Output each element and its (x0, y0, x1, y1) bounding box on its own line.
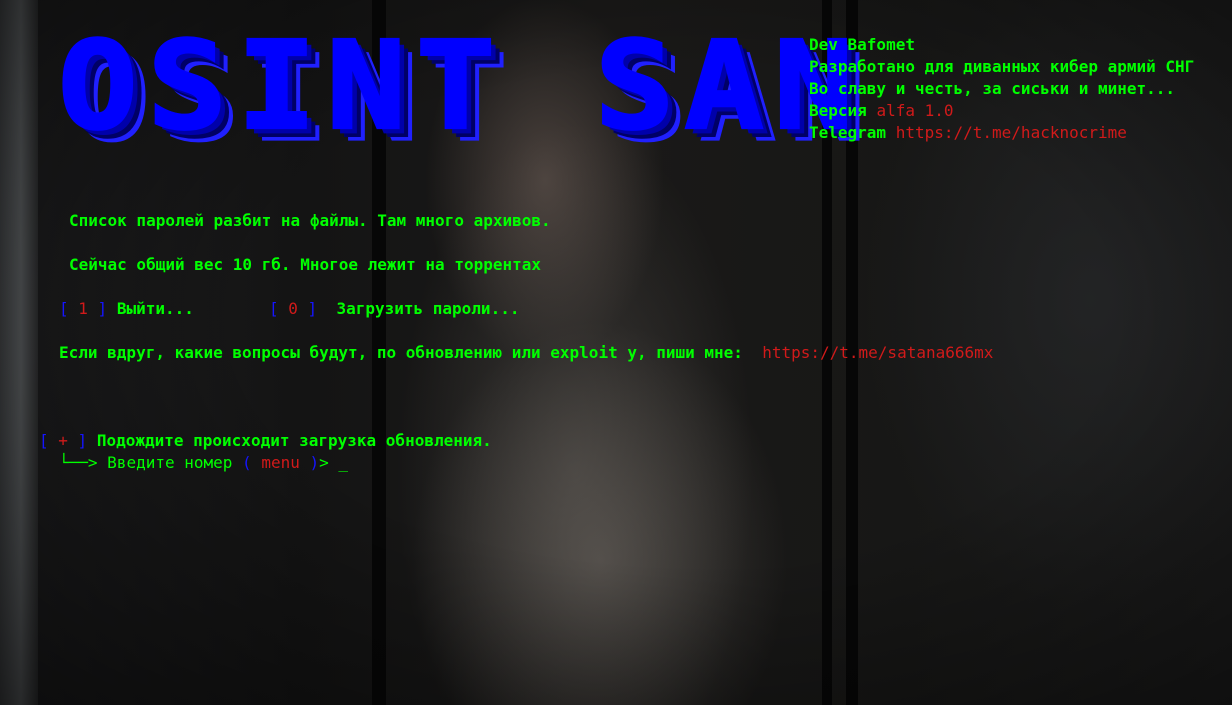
telegram-label: Telegram (809, 123, 887, 142)
paren-open: ( (242, 453, 252, 472)
contact-link[interactable]: https://t.me/satana666mx (762, 343, 993, 362)
bracket-open: [ (39, 431, 59, 450)
menu-item-load-passwords[interactable]: [ 0 ] Загрузить пароли... (269, 298, 519, 320)
telegram-link[interactable]: https://t.me/hacknocrime (896, 123, 1127, 142)
bracket-close: ] (87, 299, 108, 318)
command-prompt[interactable]: └──> Введите номер ( menu )> _ (59, 452, 348, 474)
prompt-label: Введите номер (107, 453, 233, 472)
prompt-suffix: > (319, 453, 329, 472)
version-label: Версия (809, 101, 867, 120)
contact-line: Если вдруг, какие вопросы будут, по обно… (59, 342, 993, 364)
telegram-line: Telegram https://t.me/hacknocrime (809, 122, 1127, 144)
version-value: alfa 1.0 (876, 101, 954, 120)
menu-key: 0 (288, 299, 298, 318)
menu-key: 1 (78, 299, 88, 318)
motto-text: Во славу и честь, за сиськи и минет... (809, 79, 1176, 98)
bracket-open: [ (59, 299, 79, 318)
total-size-message: Сейчас общий вес 10 гб. Многое лежит на … (69, 255, 542, 274)
status-marker: + (58, 431, 68, 450)
paren-close: ) (309, 453, 320, 472)
bracket-close: ] (297, 299, 318, 318)
dev-credit: Dev Bafomet (809, 35, 915, 54)
menu-item-exit[interactable]: [ 1 ] Выйти... (59, 298, 194, 320)
contact-text: Если вдруг, какие вопросы будут, по обно… (59, 343, 743, 362)
bracket-close: ] (67, 431, 88, 450)
bracket-open: [ (269, 299, 289, 318)
menu-item-label: Загрузить пароли... (336, 299, 520, 318)
version-line: Версия alfa 1.0 (809, 100, 954, 122)
text-cursor[interactable]: _ (338, 453, 348, 472)
prompt-context: menu (261, 453, 300, 472)
prompt-arrow: └──> (59, 453, 98, 472)
status-message: Подождите происходит загрузка обновления… (96, 431, 492, 450)
developed-for-text: Разработано для диванных кибер армий СНГ (809, 57, 1195, 76)
osint-san-logo: OSINT SAN (56, 15, 864, 158)
passwords-split-message: Список паролей разбит на файлы. Там мног… (69, 211, 551, 230)
menu-item-label: Выйти... (116, 299, 194, 318)
status-line: [ + ] Подождите происходит загрузка обно… (39, 430, 492, 452)
